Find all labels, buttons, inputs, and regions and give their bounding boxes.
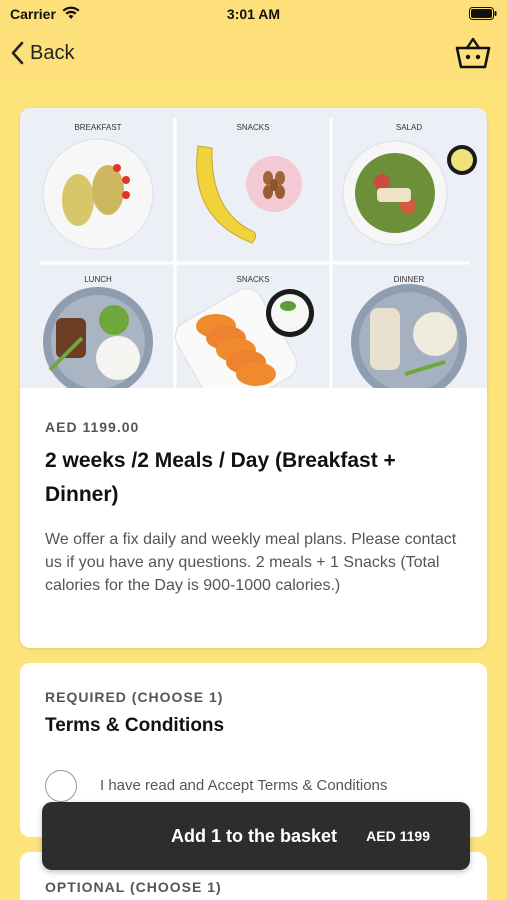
image-label-salad: SALAD — [396, 123, 422, 132]
product-price: AED 1199.00 — [45, 419, 140, 435]
product-title: 2 weeks /2 Meals / Day (Breakfast + Dinn… — [45, 449, 396, 506]
chevron-left-icon — [11, 41, 24, 65]
image-label-dinner: DINNER — [394, 275, 425, 284]
add-to-basket-button[interactable]: Add 1 to the basket AED 1199 — [42, 802, 470, 870]
add-to-basket-label: Add 1 to the basket — [171, 826, 338, 846]
add-to-basket-price: AED 1199 — [366, 828, 430, 844]
battery-icon — [469, 7, 497, 20]
product-card: BREAKFAST SNACKS SALAD LUNCH SNACKS DINN… — [20, 108, 487, 648]
basket-icon[interactable] — [455, 36, 491, 70]
optional-label: OPTIONAL (CHOOSE 1) — [45, 879, 222, 895]
image-label-lunch: LUNCH — [84, 275, 112, 284]
status-time: 3:01 AM — [226, 6, 281, 22]
terms-heading: Terms & Conditions — [45, 715, 225, 736]
back-label: Back — [30, 41, 75, 64]
back-button[interactable]: Back — [10, 38, 74, 68]
image-label-snacks-1: SNACKS — [237, 123, 270, 132]
status-bar: Carrier 3:01 AM — [0, 0, 507, 28]
product-description: We offer a fix daily and weekly meal pla… — [45, 531, 457, 594]
terms-option-label[interactable]: I have read and Accept Terms & Condition… — [100, 777, 387, 794]
meal-plan-image: BREAKFAST SNACKS SALAD LUNCH SNACKS DINN… — [20, 108, 487, 388]
nav-bar: Back — [0, 28, 507, 80]
required-label: REQUIRED (CHOOSE 1) — [45, 689, 224, 705]
terms-radio[interactable] — [45, 770, 77, 802]
image-label-breakfast: BREAKFAST — [74, 123, 121, 132]
image-label-snacks-2: SNACKS — [237, 275, 270, 284]
